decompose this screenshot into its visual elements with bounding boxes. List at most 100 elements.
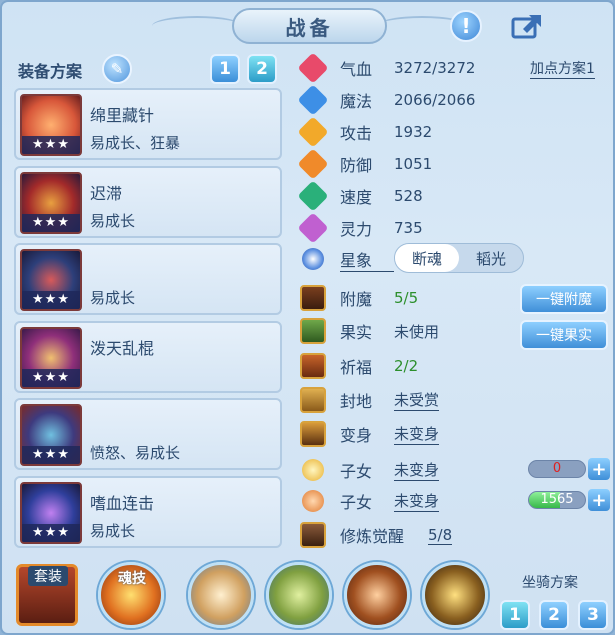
stat-row-star: 星象 xyxy=(300,245,394,273)
stat-spirit-value: 735 xyxy=(394,219,423,237)
equip-1-icon: ★★★ xyxy=(20,94,82,156)
equip-list: ★★★ 绵里藏针 易成长、狂暴 ★★★ 迟滞 易成长 ★★★ 易成长 ★★★ 泼… xyxy=(14,88,282,553)
child-2-icon xyxy=(300,488,326,514)
star-option-duanhun[interactable]: 断魂 xyxy=(395,244,459,272)
equip-2-name: 迟滞 xyxy=(90,183,123,203)
equip-plan-2-button[interactable]: 2 xyxy=(247,54,277,84)
enchant-icon xyxy=(300,285,326,311)
equip-card-3[interactable]: ★★★ 易成长 xyxy=(14,243,282,315)
equip-6-icon: ★★★ xyxy=(20,481,82,544)
stat-attack-label: 攻击 xyxy=(340,124,373,143)
transform-icon xyxy=(300,421,326,447)
equip-5-stars: ★★★ xyxy=(22,446,80,464)
add-point-plan-link[interactable]: 加点方案1 xyxy=(530,58,595,79)
child-2-bar-value: 1565 xyxy=(540,492,574,507)
shield-skill-icon[interactable] xyxy=(344,562,410,628)
enchant-value: 5/5 xyxy=(394,289,419,307)
fief-label: 封地 xyxy=(340,392,373,411)
equip-card-1[interactable]: ★★★ 绵里藏针 易成长、狂暴 xyxy=(14,88,282,160)
stat-mp-label: 魔法 xyxy=(340,92,373,111)
child-1-bar: 0 xyxy=(528,460,586,478)
equip-card-4[interactable]: ★★★ 泼天乱棍 xyxy=(14,320,282,393)
stat-mp-value: 2066/2066 xyxy=(394,91,476,109)
enchant-label: 附魔 xyxy=(340,290,373,309)
child-2-add-button[interactable]: + xyxy=(588,489,610,511)
equip-5-icon: ★★★ xyxy=(20,404,82,466)
fief-row: 封地 未受赏 xyxy=(300,386,440,414)
stat-row-attack: 攻击 1932 xyxy=(297,116,432,148)
child-1-value[interactable]: 未变身 xyxy=(394,459,440,481)
stat-hp-label: 气血 xyxy=(340,60,373,79)
transform-value[interactable]: 未变身 xyxy=(394,423,440,445)
equip-3-stars: ★★★ xyxy=(22,291,80,309)
equip-6-name: 嗜血连击 xyxy=(90,493,155,513)
mana-icon xyxy=(297,84,329,116)
window-title: 战备 xyxy=(232,8,387,44)
enchant-row: 附魔 5/5 xyxy=(300,284,418,312)
equip-plan-1-button[interactable]: 1 xyxy=(210,54,240,84)
child-1-label: 子女 xyxy=(340,462,373,481)
stat-row-hp: 气血 3272/3272 xyxy=(297,52,475,84)
equip-card-2[interactable]: ★★★ 迟滞 易成长 xyxy=(14,165,282,238)
heart-icon xyxy=(297,52,329,84)
awaken-label: 修炼觉醒 xyxy=(340,527,405,546)
stat-row-mp: 魔法 2066/2066 xyxy=(297,84,476,116)
awaken-value[interactable]: 5/8 xyxy=(428,526,453,545)
star-sign-label[interactable]: 星象 xyxy=(340,247,394,272)
equip-card-5[interactable]: ★★★ 愤怒、易成长 xyxy=(14,398,282,470)
equip-plan-label: 装备方案 xyxy=(18,62,83,81)
edit-icon[interactable]: ✎ xyxy=(102,54,132,84)
title-ornament-left xyxy=(152,16,242,36)
bless-icon xyxy=(300,353,326,379)
equip-card-6[interactable]: ★★★ 嗜血连击 易成长 xyxy=(14,475,282,548)
one-click-fruit-button[interactable]: 一键果实 xyxy=(520,320,608,350)
child-2-value[interactable]: 未变身 xyxy=(394,490,440,512)
share-icon[interactable] xyxy=(510,12,544,40)
awaken-icon xyxy=(300,522,326,548)
equip-5-trait: 愤怒、易成长 xyxy=(90,444,181,462)
help-icon[interactable]: ! xyxy=(450,10,482,42)
stat-defense-value: 1051 xyxy=(394,155,433,173)
transform-row: 变身 未变身 xyxy=(300,420,440,448)
child-1-add-button[interactable]: + xyxy=(588,458,610,480)
blade-skill-icon[interactable] xyxy=(266,562,332,628)
stat-row-spirit: 灵力 735 xyxy=(297,212,423,244)
child-2-label: 子女 xyxy=(340,493,373,512)
one-click-enchant-button[interactable]: 一键附魔 xyxy=(520,284,608,314)
equip-4-name: 泼天乱棍 xyxy=(90,338,155,358)
awaken-row: 修炼觉醒 5/8 xyxy=(300,521,453,549)
speed-icon xyxy=(297,180,329,212)
equip-1-stars: ★★★ xyxy=(22,136,80,154)
mount-plan-2-button[interactable]: 2 xyxy=(539,600,569,630)
equip-4-stars: ★★★ xyxy=(22,368,80,387)
attack-icon xyxy=(297,116,329,148)
equip-1-trait: 易成长、狂暴 xyxy=(90,134,181,152)
suit-label: 套装 xyxy=(28,566,68,586)
fruit-label: 果实 xyxy=(340,323,373,342)
fruit-row: 果实 未使用 xyxy=(300,317,439,345)
fief-value[interactable]: 未受赏 xyxy=(394,389,440,411)
equip-4-icon: ★★★ xyxy=(20,326,82,389)
child-row-1: 子女 未变身 xyxy=(300,456,440,484)
equip-3-icon: ★★★ xyxy=(20,249,82,311)
mount-plan-3-button[interactable]: 3 xyxy=(578,600,608,630)
war-prep-window: 战备 ! 装备方案 ✎ 1 2 ★★★ 绵里藏针 易成长、狂暴 ★★★ 迟滞 易… xyxy=(0,0,615,635)
star-option-taoguang[interactable]: 韬光 xyxy=(459,244,523,272)
child-row-2: 子女 未变身 xyxy=(300,487,440,515)
star-sign-toggle[interactable]: 断魂 韬光 xyxy=(394,243,524,273)
equip-1-name: 绵里藏针 xyxy=(90,106,155,125)
bless-value: 2/2 xyxy=(394,357,419,375)
child-1-icon xyxy=(300,457,326,483)
fist-skill-icon[interactable] xyxy=(188,562,254,628)
equip-3-trait: 易成长 xyxy=(90,289,136,307)
stat-row-speed: 速度 528 xyxy=(297,180,423,212)
bless-row: 祈福 2/2 xyxy=(300,352,418,380)
stat-row-defense: 防御 1051 xyxy=(297,148,433,180)
spirit-icon xyxy=(297,212,329,244)
equip-6-stars: ★★★ xyxy=(22,523,80,542)
equip-2-icon: ★★★ xyxy=(20,171,82,234)
strike-skill-icon[interactable] xyxy=(422,562,488,628)
stat-speed-label: 速度 xyxy=(340,188,373,207)
mount-plan-1-button[interactable]: 1 xyxy=(500,600,530,630)
child-2-bar: 1565 xyxy=(528,491,586,509)
